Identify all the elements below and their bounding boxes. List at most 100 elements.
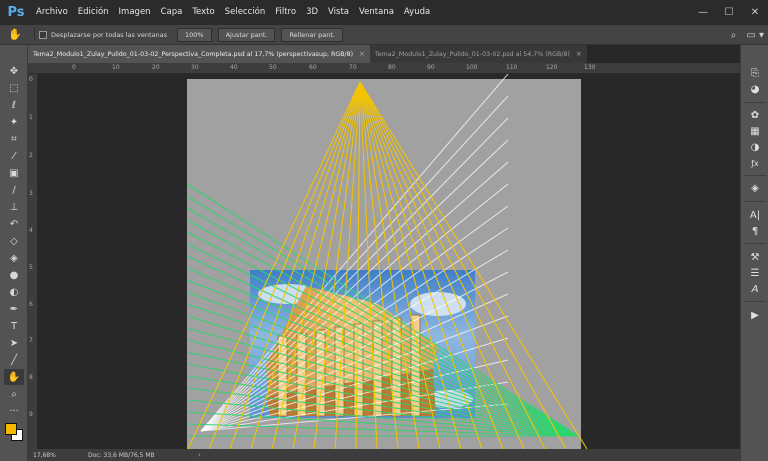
menu-edicion[interactable]: Edición: [73, 0, 114, 25]
menu-bar: Ps Archivo Edición Imagen Capa Texto Sel…: [0, 0, 768, 25]
ruler-tick: 1: [29, 114, 33, 121]
styles-icon[interactable]: ◕: [745, 81, 765, 97]
eyedropper-icon[interactable]: ⁄: [4, 148, 24, 164]
character-icon[interactable]: A|: [745, 207, 765, 223]
paint-bucket-icon[interactable]: ◈: [4, 250, 24, 266]
ruler-tick: 50: [269, 64, 277, 71]
ruler-tick: 7: [29, 337, 33, 344]
history-icon[interactable]: ⎘: [745, 65, 765, 81]
tools-panel: ✥ ⬚ ℓ ✦ ⌗ ⁄ ▣ ∕ ⊥ ↶ ◇ ◈ ● ◐ ✒ T ➤ ╱ ✋ ⌕ …: [0, 45, 28, 461]
dock-divider: [744, 175, 766, 176]
menu-texto[interactable]: Texto: [187, 0, 219, 25]
fx-icon[interactable]: ƒx: [745, 155, 765, 171]
color-icon[interactable]: ◑: [745, 139, 765, 155]
healing-brush-icon[interactable]: ▣: [4, 165, 24, 181]
panel-dock: ⎘ ◕ ✿ ▦ ◑ ƒx ◈ A| ¶ ⚒ ☰ A ▶: [740, 45, 768, 461]
menu-archivo[interactable]: Archivo: [31, 0, 73, 25]
properties-icon[interactable]: ☰: [745, 265, 765, 281]
menu-3d[interactable]: 3D: [301, 0, 323, 25]
ruler-horizontal: 0 10 20 30 40 50 60 70 80 90 100 110 120…: [28, 63, 740, 74]
foreground-color-swatch[interactable]: [5, 423, 17, 435]
app-logo: Ps: [7, 5, 25, 20]
lasso-icon[interactable]: ℓ: [4, 97, 24, 113]
zoom-icon[interactable]: ⌕: [4, 386, 24, 402]
ruler-tick: 120: [546, 64, 558, 71]
ruler-tick: 8: [29, 374, 33, 381]
window-controls: — ☐ ✕: [690, 0, 768, 25]
glyphs-icon[interactable]: A: [745, 281, 765, 297]
history-brush-icon[interactable]: ↶: [4, 216, 24, 232]
brush-icon[interactable]: ∕: [4, 182, 24, 198]
minimize-button[interactable]: —: [690, 0, 716, 25]
tab-perspectiva-completa[interactable]: Tema2_Modulo1_Zulay_Pulido_01-03-02_Pers…: [28, 45, 370, 63]
photoshop-window: Ps Archivo Edición Imagen Capa Texto Sel…: [0, 0, 768, 461]
close-icon[interactable]: ×: [359, 50, 365, 58]
dodge-icon[interactable]: ◐: [4, 284, 24, 300]
ruler-tick: 2: [29, 152, 33, 159]
crop-icon[interactable]: ⌗: [4, 131, 24, 147]
line-icon[interactable]: ╱: [4, 352, 24, 368]
ruler-tick: 60: [309, 64, 317, 71]
close-icon[interactable]: ×: [576, 50, 582, 58]
menu-ayuda[interactable]: Ayuda: [399, 0, 435, 25]
zoom-100-button[interactable]: 100%: [176, 27, 212, 42]
adjustments-icon[interactable]: ▦: [745, 123, 765, 139]
tab-label: Tema2_Modulo1_Zulay_Pulido_01-03-02_Pers…: [33, 50, 354, 58]
status-bar: 17,68% Doc: 33,6 MB/76,5 MB ›: [28, 449, 740, 461]
menu-imagen[interactable]: Imagen: [114, 0, 156, 25]
tab-label: Tema2_Modulo1_Zulay_Pulido_01-03-02.psd …: [375, 50, 570, 58]
search-icon[interactable]: ⌕: [731, 30, 737, 41]
ruler-tick: 100: [466, 64, 478, 71]
dock-divider: [744, 102, 766, 103]
menu-vista[interactable]: Vista: [323, 0, 354, 25]
hand-tool-icon[interactable]: ✋: [4, 369, 24, 385]
canvas-area[interactable]: [38, 74, 740, 449]
play-icon[interactable]: ▶: [745, 307, 765, 323]
ruler-tick: 10: [112, 64, 120, 71]
dock-divider: [744, 243, 766, 244]
ruler-tick: 5: [29, 264, 33, 271]
close-button[interactable]: ✕: [742, 0, 768, 25]
ruler-tick: 80: [388, 64, 396, 71]
ruler-vertical: 0 1 2 3 4 5 6 7 8 9: [28, 74, 38, 449]
hand-icon[interactable]: ✋: [0, 28, 30, 41]
ruler-tick: 0: [72, 64, 76, 71]
tab-modulo1[interactable]: Tema2_Modulo1_Zulay_Pulido_01-03-02.psd …: [370, 45, 587, 63]
ruler-tick: 110: [506, 64, 518, 71]
eraser-icon[interactable]: ◇: [4, 233, 24, 249]
menu-ventana[interactable]: Ventana: [354, 0, 399, 25]
pen-icon[interactable]: ✒: [4, 301, 24, 317]
maximize-button[interactable]: ☐: [716, 0, 742, 25]
marquee-icon[interactable]: ⬚: [4, 80, 24, 96]
dock-divider: [744, 301, 766, 302]
ruler-tick: 30: [191, 64, 199, 71]
ruler-tick: 3: [29, 190, 33, 197]
menu-capa[interactable]: Capa: [156, 0, 188, 25]
menu-filtro[interactable]: Filtro: [270, 0, 301, 25]
layers-icon[interactable]: ◈: [745, 180, 765, 196]
type-icon[interactable]: T: [4, 318, 24, 334]
document-tabs: Tema2_Modulo1_Zulay_Pulido_01-03-02_Pers…: [28, 45, 740, 63]
workspace-icon[interactable]: ▭ ▾: [746, 30, 764, 41]
scroll-all-label: Desplazarse por todas las ventanas: [51, 30, 167, 39]
path-selection-icon[interactable]: ➤: [4, 335, 24, 351]
fill-screen-button[interactable]: Rellenar pant.: [281, 27, 343, 42]
scroll-all-checkbox[interactable]: [39, 30, 47, 39]
menu-seleccion[interactable]: Selección: [220, 0, 271, 25]
zoom-level[interactable]: 17,68%: [28, 452, 88, 459]
clone-stamp-icon[interactable]: ⊥: [4, 199, 24, 215]
move-icon[interactable]: ✥: [4, 63, 24, 79]
chevron-right-icon[interactable]: ›: [198, 451, 201, 459]
magic-wand-icon[interactable]: ✦: [4, 114, 24, 130]
tools-presets-icon[interactable]: ⚒: [745, 249, 765, 265]
dock-divider: [744, 201, 766, 202]
document-canvas[interactable]: [38, 74, 740, 449]
ruler-tick: 40: [230, 64, 238, 71]
ruler-tick: 90: [427, 64, 435, 71]
ruler-tick: 9: [29, 411, 33, 418]
blur-icon[interactable]: ●: [4, 267, 24, 283]
swatches-icon[interactable]: ✿: [745, 107, 765, 123]
fit-screen-button[interactable]: Ajustar pant.: [217, 27, 276, 42]
more-icon[interactable]: ···: [4, 403, 24, 419]
paragraph-icon[interactable]: ¶: [745, 223, 765, 239]
